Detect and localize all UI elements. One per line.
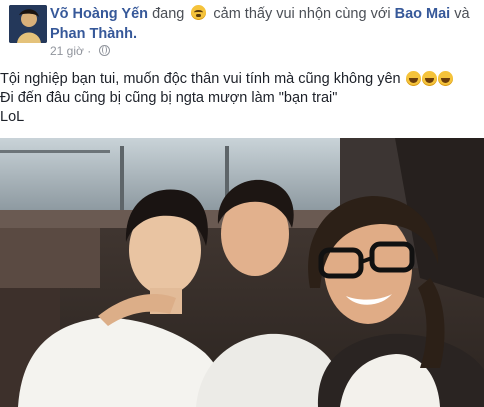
globe-icon[interactable] <box>98 45 110 56</box>
photo-illustration <box>0 138 484 407</box>
feeling-emoji-icon <box>191 5 207 20</box>
post-text-line-1: Tội nghiệp bạn tui, muốn độc thân vui tí… <box>0 70 478 89</box>
post-text-line-2: Đi đến đâu cũng bị cũng bị ngta mượn làm… <box>0 90 338 106</box>
feeling-text: cảm thấy vui nhộn cùng với <box>213 6 391 22</box>
laughing-emoji-icon <box>437 71 453 86</box>
laughing-emoji-icon <box>405 71 421 86</box>
laughing-emoji-icon <box>421 71 437 86</box>
post-text-line-3: LoL <box>0 109 25 125</box>
post-header: Võ Hoàng Yến đang cảm thấy vui nhộn cùng… <box>50 4 476 44</box>
avatar-image <box>9 5 47 43</box>
meta-separator: · <box>87 44 95 58</box>
conjunction-text: và <box>454 6 470 22</box>
author-avatar[interactable] <box>9 5 47 43</box>
author-name-link[interactable]: Võ Hoàng Yến <box>50 6 148 22</box>
post-photo[interactable] <box>0 138 484 407</box>
feeling-prefix: đang <box>152 6 185 22</box>
post-timestamp[interactable]: 21 giờ <box>50 44 84 58</box>
tagged-friend-link-1[interactable]: Bao Mai <box>395 6 451 22</box>
tagged-friend-link-2[interactable]: Phan Thành. <box>50 26 137 42</box>
post-meta: 21 giờ · <box>50 44 110 58</box>
post-text-1: Tội nghiệp bạn tui, muốn độc thân vui tí… <box>0 71 401 87</box>
post-body: Tội nghiệp bạn tui, muốn độc thân vui tí… <box>0 70 478 127</box>
